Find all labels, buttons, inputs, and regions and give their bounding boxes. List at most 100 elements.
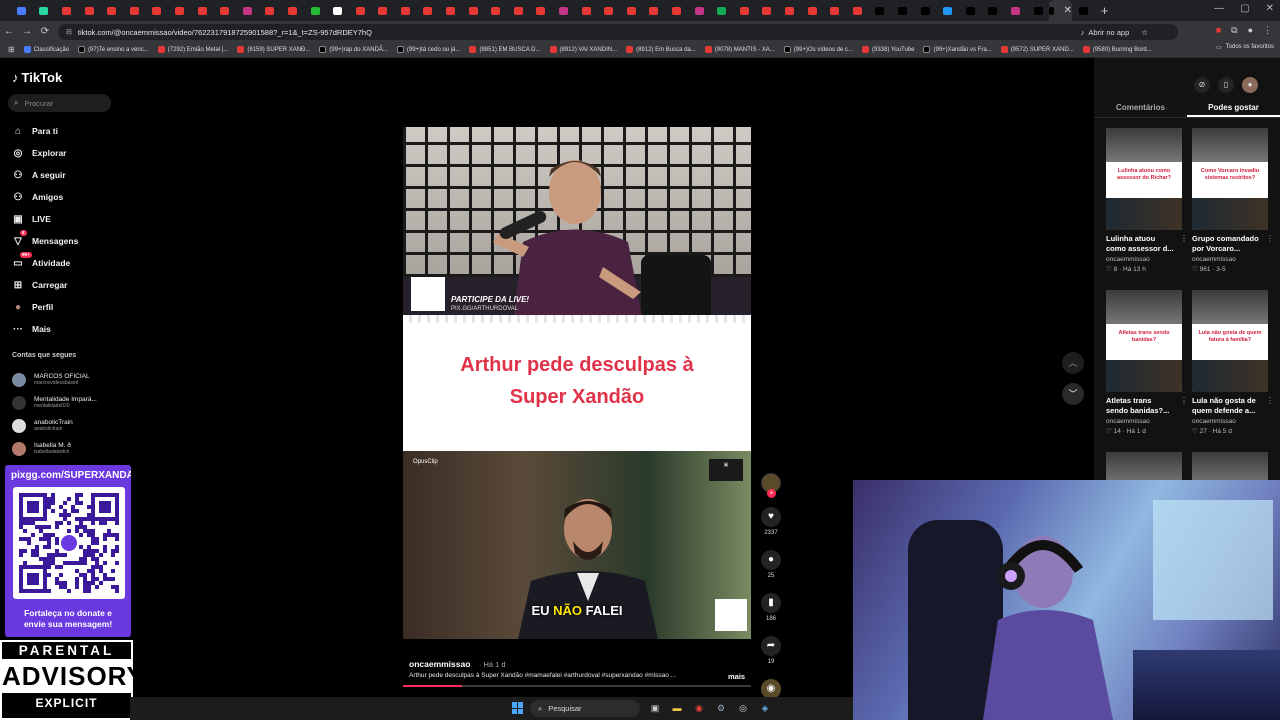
more-options-icon[interactable]: ⋮	[1266, 396, 1274, 405]
bookmark-item[interactable]: (9338) YouTube	[862, 46, 914, 53]
browser-tab[interactable]	[688, 0, 711, 21]
followed-account[interactable]: anabolicTrain anabolictrain	[12, 414, 97, 437]
heart-icon[interactable]: ♥	[761, 507, 781, 527]
bookmark-icon[interactable]: ▮	[761, 593, 781, 613]
browser-tab[interactable]	[462, 0, 485, 21]
back-icon[interactable]: ←	[0, 26, 18, 37]
browser-tab[interactable]	[439, 0, 462, 21]
browser-tab[interactable]	[123, 0, 146, 21]
bookmark-item[interactable]: (9078) MANTIS - XA...	[704, 46, 775, 53]
close-tab-icon[interactable]: ✕	[1064, 5, 1072, 16]
browser-tab[interactable]	[259, 0, 282, 21]
browser-tab[interactable]	[710, 0, 733, 21]
bookmark-item[interactable]: (9580) Burning Bord...	[1082, 46, 1152, 53]
video-player[interactable]: PARTICIPE DA LIVE! PIX.GG/ARTHURDOVAL Ar…	[403, 127, 751, 639]
comment-icon[interactable]: ●	[761, 550, 781, 570]
browser-tab[interactable]	[236, 0, 259, 21]
menu-icon[interactable]: ⋮	[1263, 25, 1272, 36]
browser-tab[interactable]	[100, 0, 123, 21]
obs-icon[interactable]: ◎	[736, 701, 750, 715]
save-action[interactable]: ▮ 186	[760, 593, 782, 622]
more-options-icon[interactable]: ⋮	[1180, 234, 1188, 243]
open-in-app-button[interactable]: ♪ Abrir no app ☆	[1081, 24, 1148, 40]
browser-tab[interactable]	[168, 0, 191, 21]
windows-start-icon[interactable]	[512, 702, 524, 714]
minimize-icon[interactable]: —	[1214, 3, 1224, 14]
share-action[interactable]: ➦ 19	[760, 636, 782, 665]
browser-tab[interactable]	[213, 0, 236, 21]
file-explorer-icon[interactable]: ▬	[670, 701, 684, 715]
browser-tab[interactable]	[1072, 0, 1095, 21]
video-thumbnail[interactable]: Lula não gosta de quem fatura à família?	[1192, 290, 1268, 392]
card-author[interactable]: oncaemmissao	[1106, 418, 1182, 425]
browser-tab[interactable]	[778, 0, 801, 21]
recommended-video-card[interactable]	[1106, 452, 1182, 480]
sidebar-item-explorar[interactable]: ◎ Explorar	[12, 142, 78, 164]
card-author[interactable]: oncaemmissao	[1192, 418, 1268, 425]
followed-account[interactable]: Mentalidade Impará... mentalidade020	[12, 391, 97, 414]
share-icon[interactable]: ➦	[761, 636, 781, 656]
browser-tab[interactable]	[394, 0, 417, 21]
site-info-icon[interactable]: ⊟	[66, 28, 72, 36]
recommended-video-card[interactable]: Lula não gosta de quem fatura à família?…	[1192, 290, 1274, 435]
video-thumbnail[interactable]	[1192, 452, 1268, 480]
phone-icon[interactable]: ▯	[1218, 77, 1234, 93]
browser-tab[interactable]	[530, 0, 553, 21]
browser-tab[interactable]	[417, 0, 440, 21]
browser-tab[interactable]	[733, 0, 756, 21]
browser-tab[interactable]	[507, 0, 530, 21]
creator-avatar[interactable]: +	[761, 473, 781, 498]
all-favorites[interactable]: ▭ Todos os favoritos	[1209, 44, 1274, 51]
extension-icon[interactable]: ■	[1216, 25, 1221, 36]
bookmark-item[interactable]: (8912) Em Busca da...	[626, 46, 696, 53]
browser-tab[interactable]	[869, 0, 892, 21]
browser-tab[interactable]	[891, 0, 914, 21]
browser-tab[interactable]	[484, 0, 507, 21]
forward-icon[interactable]: →	[18, 26, 36, 37]
comment-action[interactable]: ● 25	[760, 550, 782, 579]
browser-tab[interactable]	[552, 0, 575, 21]
apps-icon[interactable]: ⊞	[8, 45, 15, 54]
video-author[interactable]: oncaemmissao	[409, 659, 470, 669]
maximize-icon[interactable]: ▢	[1240, 3, 1249, 14]
bookmark-item[interactable]: (9572) SUPER XAND...	[1000, 46, 1074, 53]
browser-tab[interactable]	[643, 0, 666, 21]
sidebar-item-amigos[interactable]: ⚇ Amigos	[12, 186, 78, 208]
bookmark-item[interactable]: (99+)tá cedo ou já...	[396, 46, 460, 53]
video-thumbnail[interactable]: Atletas trans sendo banidas?	[1106, 290, 1182, 392]
browser-tab[interactable]	[1004, 0, 1027, 21]
new-tab-icon[interactable]: +	[1095, 3, 1115, 18]
browser-tab[interactable]	[191, 0, 214, 21]
browser-tab[interactable]	[620, 0, 643, 21]
tab-you-may-like[interactable]: Podes gostar	[1187, 100, 1280, 117]
followed-account[interactable]: Isabella M. ð isabelladatwitch	[12, 437, 97, 460]
browser-tab[interactable]	[1027, 0, 1050, 21]
followed-account[interactable]: MARCOS OFICIAL marcosvideosbased	[12, 368, 97, 391]
bookmark-item[interactable]: Classificação	[23, 46, 69, 53]
browser-tab[interactable]	[55, 0, 78, 21]
recommended-video-card[interactable]: Como Vorcaro invadiu sistemas restritos?…	[1192, 128, 1274, 273]
browser-tab[interactable]	[756, 0, 779, 21]
recommended-video-card[interactable]: Lulinha atuou como assessor do Richar? Lu…	[1106, 128, 1188, 273]
video-thumbnail[interactable]: Como Vorcaro invadiu sistemas restritos?	[1192, 128, 1268, 230]
more-button[interactable]: mais	[728, 672, 745, 681]
bookmark-item[interactable]: (99+)Os vídeos de c...	[783, 46, 853, 53]
star-icon[interactable]: ☆	[1141, 28, 1148, 37]
browser-tab[interactable]	[665, 0, 688, 21]
steam-icon[interactable]: ◈	[758, 701, 772, 715]
profile-avatar-icon[interactable]: ●	[1248, 25, 1253, 36]
close-window-icon[interactable]: ✕	[1266, 3, 1274, 14]
browser-tab[interactable]	[801, 0, 824, 21]
settings-icon[interactable]: ⚙	[714, 701, 728, 715]
sidebar-item-a-seguir[interactable]: ⚇ A seguir	[12, 164, 78, 186]
browser-tab[interactable]	[146, 0, 169, 21]
bookmark-item[interactable]: (7292) Emião Metal |...	[157, 46, 228, 53]
sidebar-item-mensagens[interactable]: ▽ 8 Mensagens	[12, 230, 78, 252]
browser-tab[interactable]	[33, 0, 56, 21]
coins-icon[interactable]: ⊘	[1194, 77, 1210, 93]
reload-icon[interactable]: ⟳	[36, 26, 54, 37]
recommended-video-card[interactable]	[1192, 452, 1268, 480]
sidebar-item-para-ti[interactable]: ⌂ Para ti	[12, 120, 78, 142]
chrome-icon[interactable]: ◉	[692, 701, 706, 715]
sound-disc-icon[interactable]: ◉	[761, 679, 781, 699]
